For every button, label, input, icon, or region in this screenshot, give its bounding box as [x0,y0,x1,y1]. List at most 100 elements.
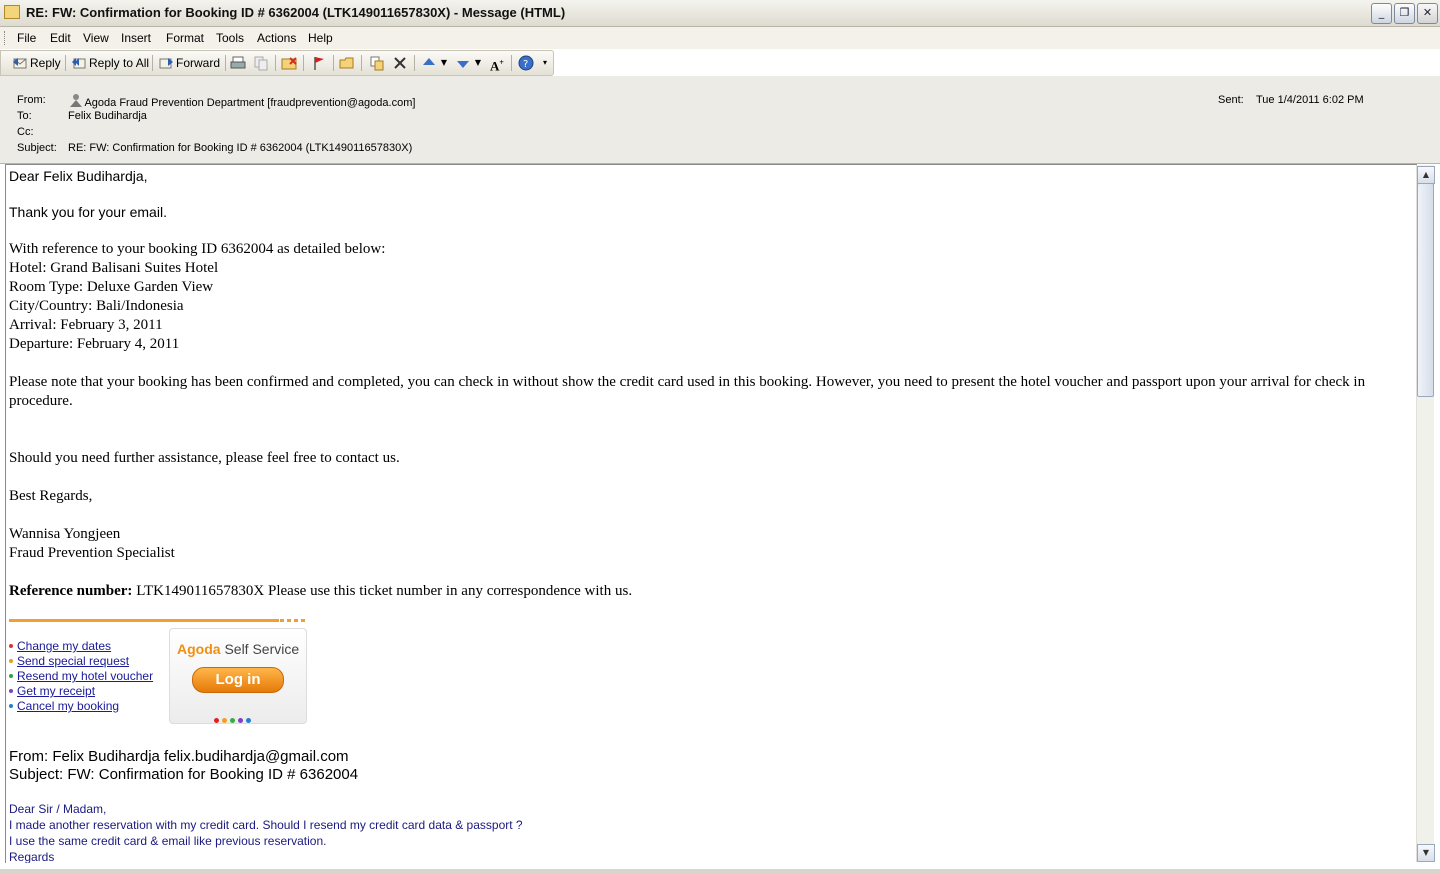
to-label: To: [17,110,32,122]
self-service-label: Self Service [220,641,300,657]
scroll-down-button[interactable]: ▼ [1417,844,1435,862]
to-value[interactable]: Felix Budihardja [68,110,147,122]
menu-actions[interactable]: Actions [257,31,296,45]
bullet-dot [9,659,13,663]
note-line-2: procedure. [9,393,73,409]
menu-tools[interactable]: Tools [216,31,244,45]
reply-button[interactable]: Reply [13,54,61,72]
previous-dropdown-icon[interactable]: ▼ [439,55,449,71]
previous-item-icon[interactable] [421,55,437,71]
from-field[interactable]: Agoda Fraud Prevention Department [fraud… [68,94,415,109]
minimize-button[interactable]: _ [1371,3,1392,24]
link-row-change-dates: Change my dates [9,639,111,653]
toolbar-separator [65,55,66,71]
subject-label: Subject: [17,142,57,154]
toolbar-options-icon[interactable]: ▾ [540,55,550,71]
reference-line: Reference number: LTK149011657830X Pleas… [9,583,632,600]
next-item-icon[interactable] [455,55,471,71]
toolbar-separator [333,55,334,71]
arrival-line: Arrival: February 3, 2011 [9,317,163,333]
cc-label: Cc: [17,126,34,138]
font-size-icon[interactable]: A+ [489,55,505,73]
menu-bar: File Edit View Insert Format Tools Actio… [0,27,1440,49]
quoted-subject: Subject: FW: Confirmation for Booking ID… [9,766,359,783]
agoda-brand: Agoda [177,641,221,657]
bullet-dot [9,704,13,708]
reply-all-button[interactable]: Reply to All [72,54,149,72]
special-request-link[interactable]: Send special request [17,654,129,668]
flag-icon[interactable] [311,55,327,71]
reference-text: LTK149011657830X Please use this ticket … [132,583,633,599]
close-button[interactable]: ✕ [1417,3,1438,24]
svg-text:?: ? [523,59,528,70]
reply-label: Reply [30,56,61,70]
envelope-icon [4,5,20,19]
scroll-thumb[interactable] [1417,183,1434,397]
signer-title: Fraud Prevention Specialist [9,545,175,561]
message-body[interactable]: Dear Felix Budihardja, Thank you for you… [5,164,1417,863]
note-line-1: Please note that your booking has been c… [9,374,1366,390]
help-icon[interactable]: ? [518,55,534,71]
next-dropdown-icon[interactable]: ▼ [473,55,483,71]
forward-button[interactable]: Forward [159,54,220,72]
toolbar: Reply Reply to All Forward ▼ ▼ A+ ? ▾ [0,50,554,76]
reply-all-label: Reply to All [89,56,150,70]
menu-edit[interactable]: Edit [50,31,71,45]
link-row-cancel: Cancel my booking [9,699,119,713]
scroll-up-button[interactable]: ▲ [1417,166,1435,184]
toolbar-separator [414,55,415,71]
menu-file[interactable]: File [17,31,36,45]
window-title: RE: FW: Confirmation for Booking ID # 63… [26,5,566,20]
restore-button[interactable]: ❐ [1394,3,1415,24]
toolbar-separator [225,55,226,71]
bullet-dot [9,644,13,648]
cancel-booking-link[interactable]: Cancel my booking [17,699,119,713]
taskbar-strip [0,869,1440,874]
greeting: Dear Felix Budihardja, [9,168,148,184]
title-bar: RE: FW: Confirmation for Booking ID # 63… [0,0,1440,27]
receipt-link[interactable]: Get my receipt [17,684,95,698]
subject-value: RE: FW: Confirmation for Booking ID # 63… [68,142,413,154]
reply-all-icon [72,56,86,69]
open-folder-icon[interactable] [339,55,355,71]
delete-icon[interactable] [392,55,408,71]
message-header: From: Agoda Fraud Prevention Department … [0,76,1440,164]
self-service-title: Agoda Self Service [177,641,299,657]
menu-insert[interactable]: Insert [121,31,151,45]
quoted-greeting: Dear Sir / Madam, [9,802,107,816]
orange-divider [9,619,279,622]
from-label: From: [17,94,46,106]
quoted-line-1: I made another reservation with my credi… [9,818,523,832]
room-type-line: Room Type: Deluxe Garden View [9,279,214,295]
assistance-line: Should you need further assistance, plea… [9,450,400,466]
quoted-from: From: Felix Budihardja felix.budihardja@… [9,748,349,765]
reference-label: Reference number: [9,583,133,599]
move-to-folder-icon[interactable] [281,55,297,71]
thanks-line: Thank you for your email. [9,204,167,220]
print-icon[interactable] [230,55,246,71]
from-value: Agoda Fraud Prevention Department [fraud… [84,97,416,109]
login-button[interactable]: Log in [192,667,284,693]
forward-label: Forward [176,56,221,70]
dot [230,718,235,723]
quoted-regards: Regards [9,850,55,863]
copy-icon[interactable] [253,55,269,71]
signer-name: Wannisa Yongjeen [9,526,121,542]
resend-voucher-link[interactable]: Resend my hotel voucher [17,669,153,683]
dot [246,718,251,723]
dot [238,718,243,723]
toolbar-separator [152,55,153,71]
menu-format[interactable]: Format [166,31,204,45]
change-dates-link[interactable]: Change my dates [17,639,111,653]
link-row-special-request: Send special request [9,654,129,668]
forward-icon [159,56,173,69]
dot [214,718,219,723]
move-icon[interactable] [369,55,385,71]
reference-intro: With reference to your booking ID 636200… [9,241,386,257]
link-row-receipt: Get my receipt [9,684,95,698]
menu-help[interactable]: Help [308,31,333,45]
menu-view[interactable]: View [83,31,109,45]
contact-icon [68,94,82,107]
vertical-scrollbar[interactable]: ▲ ▼ [1416,165,1435,862]
city-line: City/Country: Bali/Indonesia [9,298,184,314]
